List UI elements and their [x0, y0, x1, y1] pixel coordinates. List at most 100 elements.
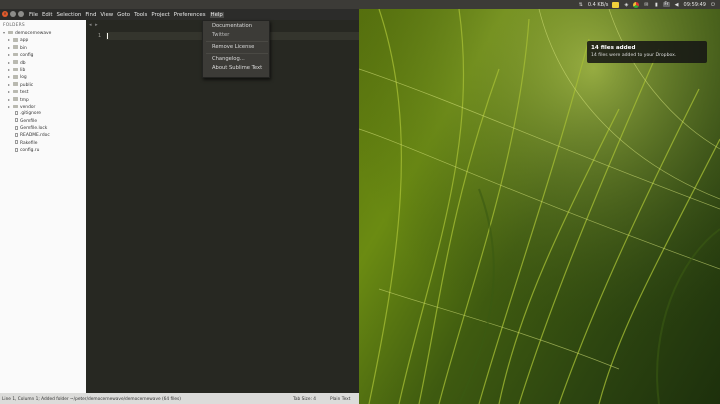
text-cursor [107, 33, 108, 39]
tree-folder-label: lib [20, 67, 26, 73]
folder-icon [13, 97, 18, 101]
tree-folder-vendor[interactable]: ▸ vendor [0, 103, 86, 110]
tree-folder-label: vendor [20, 104, 36, 110]
file-icon [15, 147, 18, 152]
menu-file[interactable]: File [29, 12, 38, 18]
system-tray: ⇅ 0.4 KB/s ◈ ✉ ▮ Fr ◀ 09:59:49 ⏻ [578, 1, 716, 8]
network-speed: 0.4 KB/s [587, 1, 609, 8]
folder-icon [13, 52, 18, 57]
menu-tools[interactable]: Tools [134, 12, 147, 18]
status-message: Line 1, Column 1; Added folder ~/peter/d… [2, 396, 181, 402]
close-window-button[interactable]: ✕ [2, 11, 8, 17]
menu-separator [206, 41, 268, 42]
help-menu-dropdown: Documentation Twitter Remove License Cha… [202, 20, 270, 78]
menu-item-twitter[interactable]: Twitter [212, 32, 229, 38]
folder-icon [8, 30, 13, 35]
folders-header: FOLDERS [3, 23, 25, 28]
maximize-window-button[interactable] [18, 11, 24, 17]
menu-item-documentation[interactable]: Documentation [212, 23, 252, 29]
tree-folder-tmp[interactable]: ▸ tmp [0, 96, 86, 103]
tab-size-selector[interactable]: Tab Size: 4 [293, 397, 316, 402]
menu-find[interactable]: Find [85, 12, 96, 18]
tree-file-label: config.ru [20, 148, 40, 154]
tab-nav-arrows[interactable]: ◂ ▸ [89, 22, 99, 28]
tree-root-label: democernewave [15, 31, 52, 36]
menu-selection[interactable]: Selection [56, 12, 81, 18]
tree-file-rakefile[interactable]: Rakefile [0, 140, 86, 147]
network-speed-icon[interactable]: ⇅ [578, 2, 584, 8]
folder-icon [13, 89, 18, 94]
tree-file-label: Rakefile [20, 140, 38, 146]
menu-edit[interactable]: Edit [42, 12, 52, 18]
notification-body: 14 files were added to your Dropbox. [591, 53, 677, 58]
sublime-window: ✕ File Edit Selection Find View Goto Too… [0, 9, 359, 404]
folder-icon [13, 45, 18, 50]
tree-folder-label: config [20, 53, 34, 59]
tree-file-label: README.rdoc [20, 133, 50, 139]
battery-icon[interactable]: ▮ [653, 2, 659, 8]
tree-folder-config[interactable]: ▸ config [0, 51, 86, 58]
tree-file-gemfile-lock[interactable]: Gemfile.lock [0, 125, 86, 132]
tree-folder-label: bin [20, 45, 27, 51]
file-icon [15, 132, 18, 137]
dropbox-notification: 14 files added 14 files were added to yo… [587, 41, 707, 63]
desktop-wallpaper [359, 9, 720, 404]
tree-folder-label: public [20, 82, 34, 88]
file-icon [15, 110, 18, 115]
power-icon[interactable]: ⏻ [710, 2, 716, 8]
menubar: ✕ File Edit Selection Find View Goto Too… [0, 9, 359, 20]
syntax-selector[interactable]: Plain Text [330, 397, 350, 402]
folder-icon [13, 67, 18, 72]
tree-file-readme[interactable]: README.rdoc [0, 132, 86, 139]
menu-help[interactable]: Help [209, 11, 224, 18]
volume-icon[interactable]: ◀ [674, 2, 680, 8]
menu-separator [206, 53, 268, 54]
tree-folder-log[interactable]: ▸ log [0, 73, 86, 80]
tree-folder-label: tmp [20, 97, 29, 103]
sidebar: FOLDERS ▾ democernewave ▸ app ▸ bin ▸ config… [0, 20, 86, 393]
tree-folder-label: db [20, 60, 26, 66]
tree-folder-public[interactable]: ▸ public [0, 81, 86, 88]
folder-icon [13, 104, 18, 109]
menu-items: File Edit Selection Find View Goto Tools… [29, 9, 224, 20]
tree-file-config-ru[interactable]: config.ru [0, 147, 86, 154]
tree-folder-label: log [20, 75, 27, 81]
tree-folder-test[interactable]: ▸ test [0, 88, 86, 95]
folder-icon [13, 82, 18, 87]
tree-file-label: .gitignore [20, 111, 42, 117]
tree-root-folder[interactable]: ▾ democernewave [0, 29, 86, 36]
status-bar: Line 1, Column 1; Added folder ~/peter/d… [0, 393, 359, 404]
notification-title: 14 files added [591, 45, 636, 51]
tree-file-gitignore[interactable]: .gitignore [0, 110, 86, 117]
menu-item-about[interactable]: About Sublime Text [212, 65, 262, 71]
line-number: 1 [97, 33, 101, 39]
tree-folder-bin[interactable]: ▸ bin [0, 44, 86, 51]
file-icon [15, 140, 18, 145]
top-panel: ⇅ 0.4 KB/s ◈ ✉ ▮ Fr ◀ 09:59:49 ⏻ [0, 0, 720, 9]
file-icon [15, 125, 18, 130]
menu-preferences[interactable]: Preferences [174, 12, 206, 18]
file-icon [15, 118, 18, 123]
tree-folder-lib[interactable]: ▸ lib [0, 66, 86, 73]
mail-icon[interactable]: ✉ [643, 2, 649, 8]
minimize-window-button[interactable] [10, 11, 16, 17]
chrome-icon[interactable] [633, 1, 640, 8]
dropbox-icon[interactable] [612, 1, 620, 8]
menu-view[interactable]: View [100, 12, 113, 18]
menu-project[interactable]: Project [151, 12, 169, 18]
tree-folder-db[interactable]: ▸ db [0, 59, 86, 66]
grass-wallpaper-image [359, 9, 720, 404]
clock[interactable]: 09:59:49 [684, 2, 706, 8]
tree-folder-app[interactable]: ▸ app [0, 36, 86, 43]
keyboard-layout[interactable]: Fr [663, 2, 670, 7]
menu-item-remove-license[interactable]: Remove License [212, 44, 254, 50]
folder-icon [13, 38, 18, 42]
line-gutter: 1 [86, 33, 106, 393]
menu-item-changelog[interactable]: Changelog... [212, 56, 245, 62]
folder-icon [13, 75, 18, 79]
tree-file-gemfile[interactable]: Gemfile [0, 118, 86, 125]
network-icon[interactable]: ◈ [623, 2, 629, 8]
folder-tree: ▾ democernewave ▸ app ▸ bin ▸ config ▸ db ▸ li… [0, 29, 86, 155]
menu-goto[interactable]: Goto [117, 12, 130, 18]
tree-file-label: Gemfile [20, 118, 38, 124]
